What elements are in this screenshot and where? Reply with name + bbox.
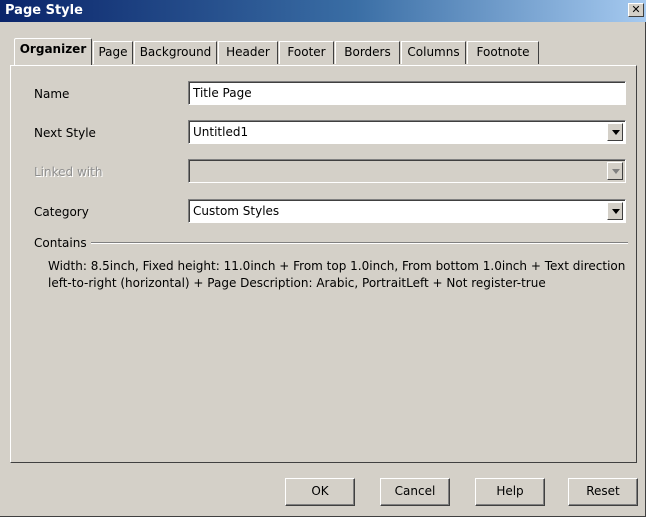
tab-background[interactable]: Background <box>134 41 217 64</box>
title-bar[interactable]: Page Style ✕ <box>0 0 646 22</box>
chevron-down-icon <box>612 209 620 214</box>
close-icon: ✕ <box>631 3 641 16</box>
contains-description: Width: 8.5inch, Fixed height: 11.0inch +… <box>48 259 626 290</box>
contains-heading: Contains <box>34 236 91 250</box>
linked-with-label: Linked with <box>34 165 103 179</box>
tab-borders[interactable]: Borders <box>335 41 400 64</box>
next-style-dropdown-button[interactable] <box>607 123 623 141</box>
category-value: Custom Styles <box>193 204 280 218</box>
contains-divider <box>90 242 628 244</box>
next-style-value: Untitled1 <box>193 125 249 139</box>
chevron-down-icon <box>612 130 620 135</box>
name-input[interactable]: Title Page <box>188 81 626 105</box>
linked-with-dropdown-button <box>607 162 623 180</box>
window-title: Page Style <box>5 3 83 18</box>
tab-footnote[interactable]: Footnote <box>467 41 539 64</box>
page-style-dialog: Page Style ✕ Organizer Page Background H… <box>0 0 646 517</box>
category-select[interactable]: Custom Styles <box>188 199 626 223</box>
help-button[interactable]: Help <box>475 478 545 506</box>
tab-footer[interactable]: Footer <box>279 41 334 64</box>
tab-organizer[interactable]: Organizer <box>14 38 92 65</box>
reset-button[interactable]: Reset <box>568 478 638 506</box>
category-dropdown-button[interactable] <box>607 202 623 220</box>
ok-button[interactable]: OK <box>285 478 355 506</box>
next-style-label: Next Style <box>34 126 96 140</box>
next-style-select[interactable]: Untitled1 <box>188 120 626 144</box>
cancel-button[interactable]: Cancel <box>380 478 450 506</box>
chevron-down-icon <box>612 169 620 174</box>
name-label: Name <box>34 87 70 101</box>
tab-columns[interactable]: Columns <box>401 41 466 64</box>
category-label: Category <box>34 205 89 219</box>
close-button[interactable]: ✕ <box>628 3 644 17</box>
linked-with-select <box>188 159 626 183</box>
tab-page[interactable]: Page <box>93 41 133 64</box>
tab-header[interactable]: Header <box>218 41 278 64</box>
name-input-value: Title Page <box>193 86 252 100</box>
